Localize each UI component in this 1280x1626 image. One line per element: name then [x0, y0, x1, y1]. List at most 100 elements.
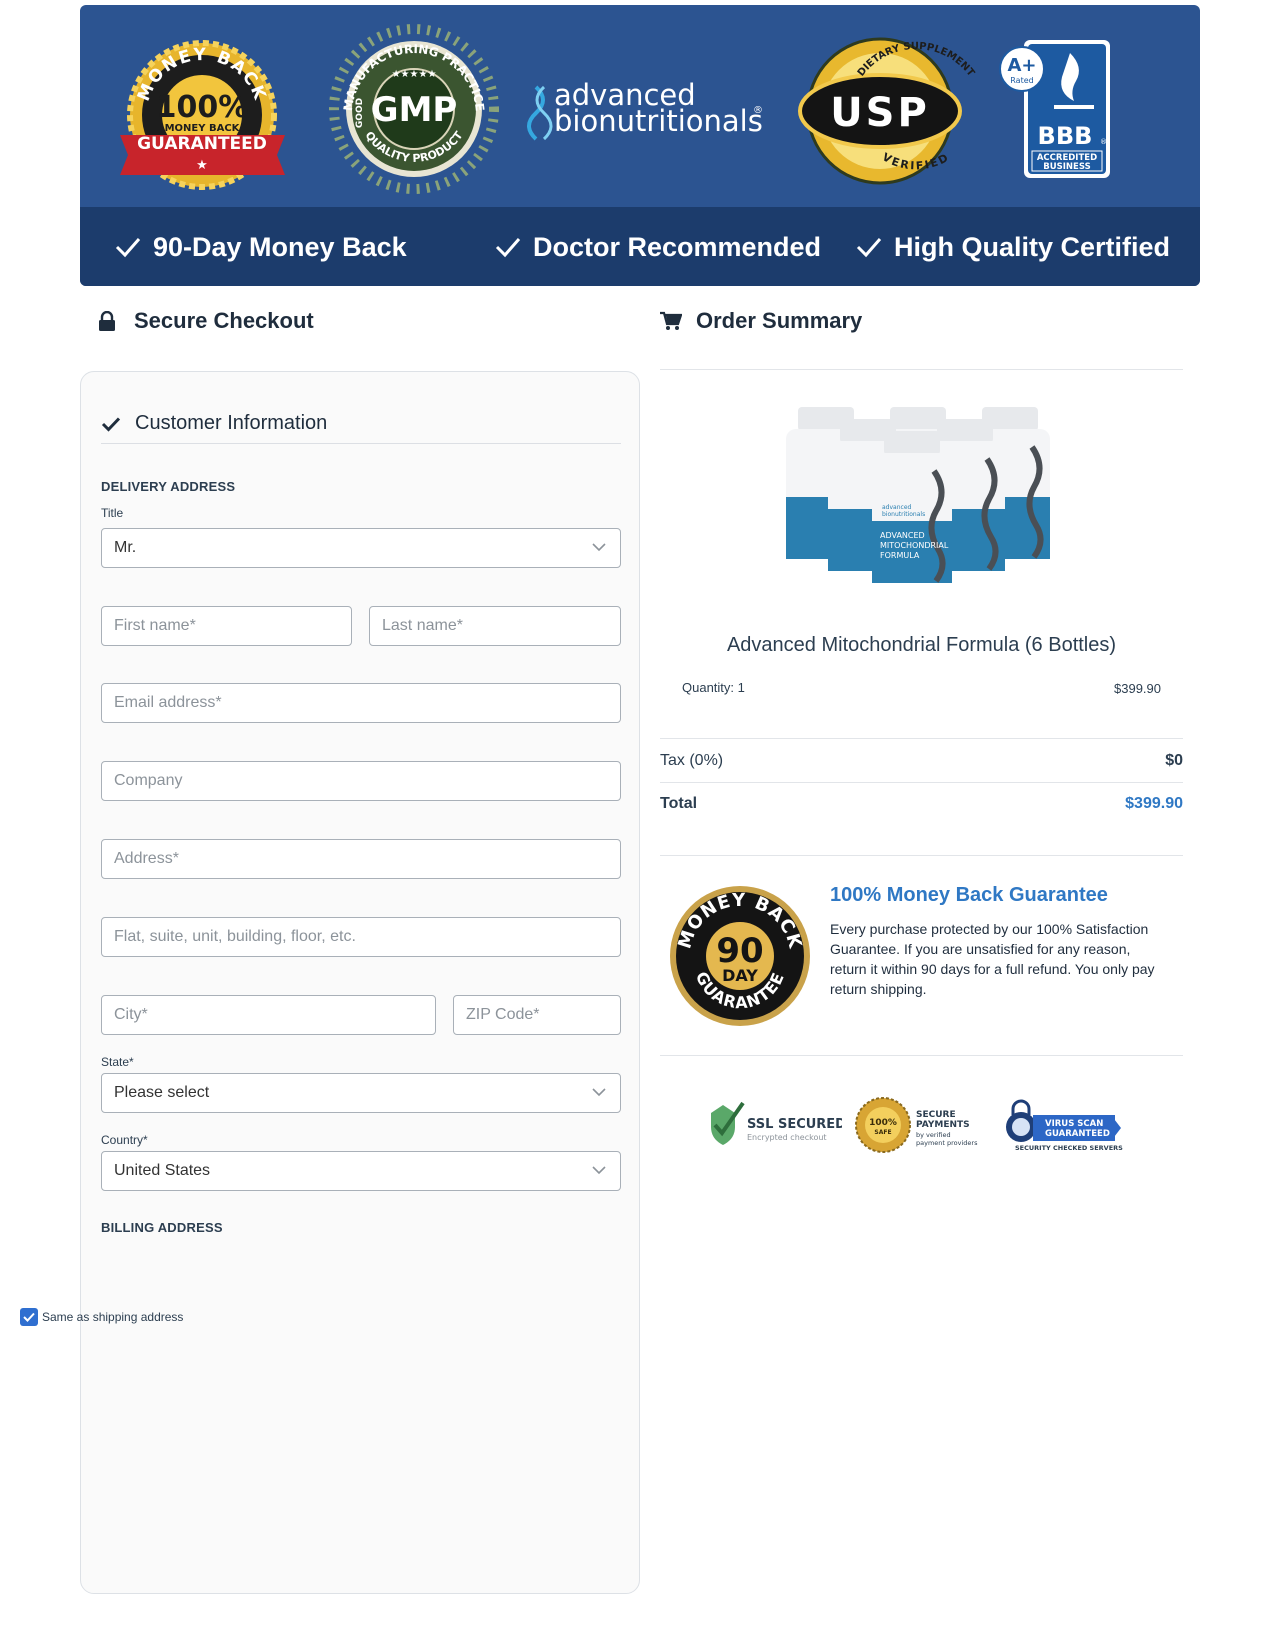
divider	[660, 738, 1183, 739]
payments-sub-line1: by verified	[916, 1131, 951, 1139]
payments-title-line2: PAYMENTS	[916, 1120, 970, 1130]
payments-seal-line1: 100%	[869, 1118, 897, 1128]
state-select-value: Please select	[114, 1084, 210, 1101]
line-price: $399.90	[1114, 681, 1161, 696]
ssl-title: SSL SECURED	[747, 1117, 842, 1132]
chevron-down-icon	[592, 1088, 606, 1097]
last-name-input[interactable]	[370, 607, 620, 645]
email-input[interactable]	[102, 684, 620, 722]
first-name-input[interactable]	[102, 607, 351, 645]
money-back-badge: MONEY BACK 100% MONEY BACK GUARANTEED ★	[120, 40, 285, 190]
check-icon	[115, 238, 141, 258]
country-select-value: United States	[114, 1162, 211, 1179]
lock-icon	[99, 311, 115, 331]
guarantee-seal: MONEY BACK GUARANTEE 90 DAY	[670, 886, 810, 1026]
first-name-field[interactable]	[101, 606, 352, 646]
certification-badges: MONEY BACK 100% MONEY BACK GUARANTEED ★ …	[120, 24, 1110, 194]
tax-value: $0	[1165, 752, 1183, 769]
benefit-high-quality: High Quality Certified	[856, 229, 1170, 265]
quantity-text: Quantity: 1	[682, 680, 745, 695]
same-as-shipping-checkbox[interactable]	[20, 1308, 38, 1326]
checkbox-check-icon	[23, 1312, 35, 1322]
bbb-name: BBB	[1038, 122, 1093, 150]
delivery-address-heading: DELIVERY ADDRESS	[101, 479, 236, 494]
benefit-label: Doctor Recommended	[533, 231, 822, 262]
address2-input[interactable]	[102, 918, 620, 956]
order-summary-title: Order Summary	[660, 308, 862, 334]
payments-seal-line2: SAFE	[874, 1129, 891, 1136]
check-icon	[856, 238, 882, 258]
tax-label: Tax (0%)	[660, 752, 724, 769]
brand-line2: bionutritionals	[554, 104, 763, 138]
virus-scan-badge: VIRUS SCAN GUARANTEED SECURITY CHECKED S…	[1006, 1099, 1123, 1152]
virus-line1: VIRUS SCAN	[1045, 1119, 1103, 1129]
shield-icon	[711, 1105, 735, 1145]
title-select[interactable]: Mr.	[101, 528, 621, 568]
chevron-down-icon	[592, 1166, 606, 1175]
product-name: Advanced Mitochondrial Formula (6 Bottle…	[726, 634, 1117, 656]
bbb-line2: BUSINESS	[1043, 162, 1090, 172]
country-select[interactable]: United States	[101, 1151, 621, 1191]
virus-subtitle: SECURITY CHECKED SERVERS	[1015, 1144, 1123, 1152]
bbb-mark: ®	[1100, 138, 1107, 146]
check-icon	[495, 238, 521, 258]
cart-icon	[660, 311, 682, 330]
company-field[interactable]	[101, 761, 621, 801]
total-value: $399.90	[1125, 795, 1183, 812]
zip-field[interactable]	[453, 995, 621, 1035]
bottle-brand-line1: advanced	[882, 504, 912, 511]
money-back-small: MONEY BACK	[165, 123, 241, 134]
bbb-rated: Rated	[1010, 76, 1033, 85]
bottle-label-line2: MITOCHONDRIAL	[880, 541, 949, 550]
trust-banner: MONEY BACK 100% MONEY BACK GUARANTEED ★ …	[80, 5, 1200, 286]
address2-field[interactable]	[101, 917, 621, 957]
secure-payments-badge: 100% SAFE SECURE PAYMENTS by verified pa…	[855, 1097, 978, 1153]
company-input[interactable]	[102, 762, 620, 800]
gmp-center-text: GMP	[371, 90, 458, 130]
title-select-value: Mr.	[114, 539, 137, 556]
benefit-label: 90-Day Money Back	[153, 231, 407, 262]
divider	[660, 855, 1183, 856]
email-field[interactable]	[101, 683, 621, 723]
usp-center-text: USP	[830, 90, 930, 136]
divider	[660, 782, 1183, 783]
gmp-badge: MANUFACTURING PRACTICE QUALITY PRODUCT G…	[329, 24, 499, 194]
total-label: Total	[660, 795, 698, 812]
bbb-rating: A+	[1007, 55, 1036, 76]
guarantee-text: Every purchase protected by our 100% Sat…	[830, 921, 1155, 997]
zip-input[interactable]	[454, 996, 620, 1034]
address-field[interactable]	[101, 839, 621, 879]
product-image: advanced bionutritionals ADVANCED MITOCH…	[780, 405, 1060, 605]
state-label: State*	[101, 1055, 134, 1069]
benefit-doctor-recommended: Doctor Recommended	[495, 229, 821, 265]
state-select[interactable]: Please select	[101, 1073, 621, 1113]
secure-checkout-title: Secure Checkout	[98, 308, 314, 334]
brand-logo: advanced bionutritionals ®	[527, 78, 763, 141]
money-back-percent: 100%	[156, 90, 249, 125]
gmp-left-text: GOOD	[355, 98, 365, 128]
bottle-label-line1: ADVANCED	[880, 531, 925, 540]
customer-information-header[interactable]: Customer Information	[101, 404, 621, 444]
seal-day: DAY	[722, 966, 758, 985]
payments-sub-line2: payment providers	[916, 1139, 978, 1147]
billing-address-heading: BILLING ADDRESS	[101, 1220, 223, 1235]
last-name-field[interactable]	[369, 606, 621, 646]
ssl-secured-badge: SSL SECURED Encrypted checkout	[711, 1101, 842, 1145]
ssl-subtitle: Encrypted checkout	[747, 1133, 827, 1142]
checkmark-icon	[101, 416, 121, 432]
divider	[660, 1055, 1183, 1056]
city-field[interactable]	[101, 995, 436, 1035]
bottle-front: advanced bionutritionals ADVANCED MITOCH…	[872, 431, 952, 583]
same-as-shipping-row[interactable]: Same as shipping address	[20, 1308, 183, 1326]
chevron-down-icon	[592, 543, 606, 552]
usp-badge: DIETARY SUPPLEMENT VERIFIED USP	[798, 37, 976, 185]
checkout-form-panel: Customer Information DELIVERY ADDRESS Ti…	[80, 371, 640, 1594]
country-label: Country*	[101, 1133, 148, 1147]
customer-information-label: Customer Information	[135, 412, 328, 434]
benefits-bar: 90-Day Money Back Doctor Recommended Hig…	[80, 207, 1200, 286]
star-icon: ★	[196, 157, 208, 172]
same-as-shipping-label: Same as shipping address	[42, 1310, 184, 1324]
city-input[interactable]	[102, 996, 435, 1034]
benefit-money-back: 90-Day Money Back	[115, 229, 407, 265]
address-input[interactable]	[102, 840, 620, 878]
